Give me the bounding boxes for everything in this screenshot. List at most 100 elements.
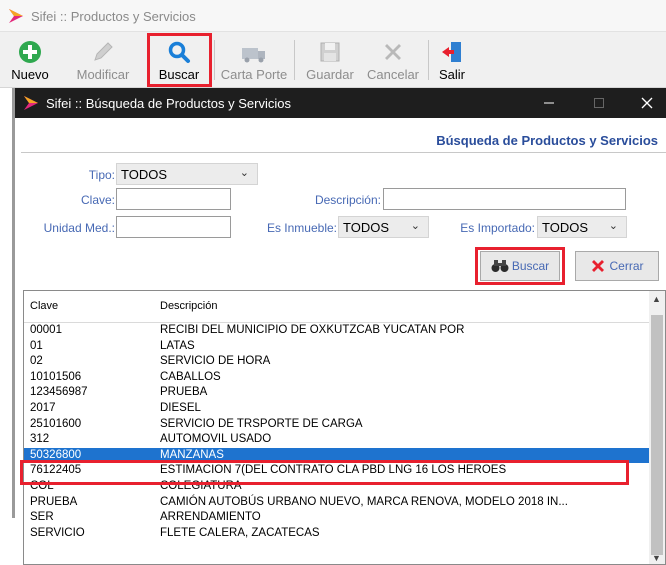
table-row[interactable]: 312 AUTOMOVIL USADO bbox=[24, 432, 651, 448]
scroll-down-icon[interactable]: ▼ bbox=[652, 553, 661, 563]
sifei-logo-icon bbox=[23, 95, 39, 114]
minimize-button[interactable] bbox=[526, 88, 572, 118]
tipo-label: Tipo: bbox=[88, 168, 115, 182]
table-row[interactable]: SERVICIO FLETE CALERA, ZACATECAS bbox=[24, 526, 651, 542]
dialog-titlebar: Sifei :: Búsqueda de Productos y Servici… bbox=[15, 88, 666, 118]
descripcion-input[interactable] bbox=[383, 188, 626, 210]
cell-descripcion: ARRENDAMIENTO bbox=[160, 511, 261, 524]
chevron-down-icon: ⌄ bbox=[410, 220, 420, 232]
sifei-logo-icon bbox=[8, 8, 24, 27]
salir-label: Salir bbox=[438, 67, 465, 82]
chevron-down-icon: ⌄ bbox=[239, 167, 249, 179]
table-row[interactable]: 2017 DIESEL bbox=[24, 401, 651, 417]
results-table: Clave Descripción 00001 RECIBI DEL MUNICI… bbox=[23, 290, 666, 565]
search-dialog: Sifei :: Búsqueda de Productos y Servici… bbox=[15, 88, 666, 565]
table-row[interactable]: 10101506 CABALLOS bbox=[24, 370, 651, 386]
cell-descripcion: RECIBI DEL MUNICIPIO DE OXKUTZCAB YUCATA… bbox=[160, 324, 465, 336]
vertical-scrollbar[interactable]: ▲ ▼ bbox=[649, 291, 665, 564]
maximize-button[interactable] bbox=[576, 88, 622, 118]
cell-descripcion: SERVICIO DE TRSPORTE DE CARGA bbox=[160, 417, 363, 430]
es-inmueble-select[interactable]: TODOS ⌄ bbox=[338, 216, 429, 238]
carta-porte-label: Carta Porte bbox=[220, 67, 288, 82]
es-inmueble-value: TODOS bbox=[343, 220, 389, 235]
close-window-button[interactable] bbox=[624, 88, 666, 118]
cancelar-label: Cancelar bbox=[366, 67, 420, 82]
close-x-icon bbox=[592, 260, 605, 272]
column-header-clave[interactable]: Clave bbox=[30, 300, 58, 312]
cerrar-button[interactable]: Cerrar bbox=[575, 251, 659, 281]
cell-clave: PRUEBA bbox=[30, 495, 78, 508]
cell-clave: SERVICIO bbox=[30, 526, 85, 539]
close-icon bbox=[641, 97, 653, 109]
cell-descripcion: CAMIÓN AUTOBÚS URBANO NUEVO, MARCA RENOV… bbox=[160, 495, 568, 508]
table-row[interactable]: 02 SERVICIO DE HORA bbox=[24, 354, 651, 370]
heading-divider bbox=[21, 152, 666, 153]
table-row[interactable]: 00001 RECIBI DEL MUNICIPIO DE OXKUTZCAB Y… bbox=[24, 323, 651, 339]
main-window-titlebar: Sifei :: Productos y Servicios bbox=[0, 0, 666, 32]
cancelar-button[interactable]: Cancelar bbox=[362, 36, 424, 84]
guardar-button[interactable]: Guardar bbox=[300, 36, 360, 84]
table-row[interactable]: PRUEBA CAMIÓN AUTOBÚS URBANO NUEVO, MARCA… bbox=[24, 495, 651, 511]
unidad-med-label: Unidad Med.: bbox=[43, 221, 115, 235]
nuevo-label: Nuevo bbox=[11, 67, 49, 82]
es-importado-value: TODOS bbox=[542, 220, 588, 235]
cell-descripcion: AUTOMOVIL USADO bbox=[160, 433, 272, 446]
modificar-label: Modificar bbox=[76, 67, 130, 82]
table-row[interactable]: 25101600 SERVICIO DE TRSPORTE DE CARGA bbox=[24, 417, 651, 433]
descripcion-label: Descripción: bbox=[314, 193, 381, 207]
cell-clave: 2017 bbox=[30, 401, 56, 414]
cell-clave: 312 bbox=[30, 433, 50, 446]
main-toolbar: Nuevo Modificar Buscar Carta Porte Guard… bbox=[0, 32, 666, 88]
dialog-heading: Búsqueda de Productos y Servicios bbox=[436, 133, 658, 148]
clave-input[interactable] bbox=[116, 188, 231, 210]
guardar-label: Guardar bbox=[306, 67, 354, 82]
selected-row-highlight bbox=[20, 460, 629, 485]
chevron-down-icon: ⌄ bbox=[608, 220, 618, 232]
scrollbar-thumb[interactable] bbox=[651, 315, 663, 555]
save-icon bbox=[318, 36, 342, 64]
toolbar-separator bbox=[294, 40, 295, 80]
toolbar-separator bbox=[214, 40, 215, 80]
table-row[interactable]: SER ARRENDAMIENTO bbox=[24, 510, 651, 526]
cell-clave: 02 bbox=[30, 355, 43, 368]
minimize-icon bbox=[544, 102, 554, 104]
cancel-x-icon bbox=[381, 36, 405, 64]
cerrar-button-label: Cerrar bbox=[609, 259, 644, 273]
table-row[interactable]: 01 LATAS bbox=[24, 339, 651, 355]
cell-clave: 01 bbox=[30, 339, 43, 352]
main-window-title: Sifei :: Productos y Servicios bbox=[31, 9, 196, 24]
es-importado-label: Es Importado: bbox=[460, 221, 535, 235]
cell-descripcion: FLETE CALERA, ZACATECAS bbox=[160, 526, 320, 539]
salir-button[interactable]: Salir bbox=[432, 36, 472, 84]
modificar-button[interactable]: Modificar bbox=[56, 36, 150, 84]
tipo-select-value: TODOS bbox=[121, 167, 167, 182]
pencil-icon bbox=[91, 36, 115, 64]
exit-door-icon bbox=[440, 36, 464, 64]
clave-label: Clave: bbox=[80, 193, 115, 207]
plus-circle-icon bbox=[18, 36, 42, 64]
truck-icon bbox=[240, 36, 268, 64]
carta-porte-button[interactable]: Carta Porte bbox=[216, 36, 292, 84]
buscar-button-highlight bbox=[475, 247, 565, 285]
maximize-icon bbox=[594, 98, 604, 108]
cell-descripcion: DIESEL bbox=[160, 401, 201, 414]
table-row[interactable]: 123456987 PRUEBA bbox=[24, 385, 651, 401]
cell-descripcion: LATAS bbox=[160, 339, 195, 352]
column-header-descripcion[interactable]: Descripción bbox=[160, 300, 217, 312]
cell-descripcion: SERVICIO DE HORA bbox=[160, 355, 271, 368]
nuevo-button[interactable]: Nuevo bbox=[4, 36, 56, 84]
es-inmueble-label: Es Inmueble: bbox=[266, 221, 337, 235]
scroll-up-icon[interactable]: ▲ bbox=[652, 294, 661, 304]
cell-descripcion: CABALLOS bbox=[160, 370, 221, 383]
cell-clave: 00001 bbox=[30, 324, 62, 336]
cell-clave: 123456987 bbox=[30, 386, 88, 399]
unidad-med-input[interactable] bbox=[116, 216, 231, 238]
table-header: Clave Descripción bbox=[24, 291, 651, 323]
dialog-title: Sifei :: Búsqueda de Productos y Servici… bbox=[46, 96, 291, 111]
cell-clave: SER bbox=[30, 511, 54, 524]
cell-descripcion: PRUEBA bbox=[160, 386, 208, 399]
toolbar-separator bbox=[428, 40, 429, 80]
es-importado-select[interactable]: TODOS ⌄ bbox=[537, 216, 627, 238]
cell-clave: 25101600 bbox=[30, 417, 82, 430]
tipo-select[interactable]: TODOS ⌄ bbox=[116, 163, 258, 185]
